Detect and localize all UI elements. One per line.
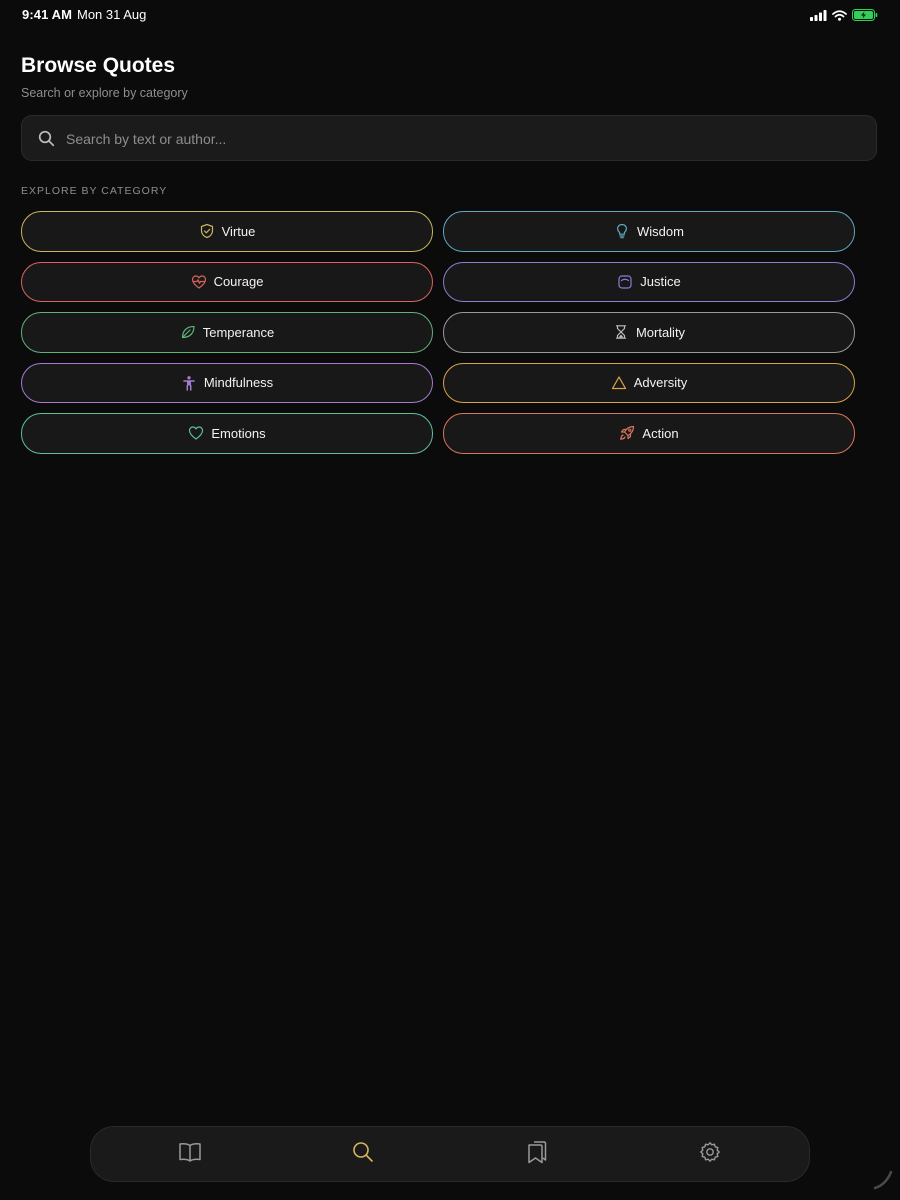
search-input[interactable] — [64, 116, 858, 162]
category-wisdom[interactable]: Wisdom — [443, 211, 855, 252]
category-label: Mortality — [635, 324, 686, 340]
category-courage[interactable]: Courage — [21, 261, 433, 302]
search-icon — [352, 1141, 374, 1168]
browse-quotes-screen: 9:41 AM Mon 31 Aug Browse Quotes Search … — [0, 0, 900, 1200]
lightbulb-icon — [614, 223, 630, 239]
corner-swipe-indicator — [872, 1169, 894, 1196]
category-mortality[interactable]: Mortality — [443, 312, 855, 353]
heart-icon — [188, 425, 204, 441]
page-subtitle: Search or explore by category — [21, 86, 188, 100]
category-label: Action — [642, 425, 679, 441]
warning-triangle-icon — [611, 375, 627, 391]
cellular-signal-icon — [810, 8, 827, 26]
category-mindfulness[interactable]: Mindfulness — [21, 362, 433, 403]
category-label: Courage — [213, 274, 264, 290]
category-justice[interactable]: Justice — [443, 261, 855, 302]
gear-icon — [699, 1141, 721, 1168]
status-time: 9:41 AM — [22, 7, 73, 22]
category-label: Temperance — [202, 324, 275, 340]
leaf-icon — [180, 324, 196, 340]
person-meditate-icon — [181, 375, 197, 391]
search-bar[interactable] — [21, 115, 877, 162]
hourglass-icon — [613, 324, 629, 340]
shield-check-icon — [199, 223, 215, 239]
category-label: Adversity — [633, 375, 688, 391]
category-label: Mindfulness — [203, 375, 274, 391]
category-label: Virtue — [221, 223, 256, 239]
category-grid: Virtue Wisdom Courage Justice Temperance — [21, 211, 855, 454]
rocket-icon — [619, 425, 635, 441]
book-open-icon — [178, 1141, 202, 1168]
category-label: Wisdom — [637, 223, 684, 239]
category-adversity[interactable]: Adversity — [443, 362, 855, 403]
scale-icon — [617, 274, 633, 290]
tab-bookmarks[interactable] — [515, 1132, 559, 1176]
category-label: Justice — [640, 274, 681, 290]
category-label: Emotions — [211, 425, 266, 441]
status-icons — [810, 8, 878, 26]
status-bar: 9:41 AM Mon 31 Aug — [0, 0, 900, 30]
category-action[interactable]: Action — [443, 413, 855, 454]
tab-search[interactable] — [341, 1132, 385, 1176]
status-date: Mon 31 Aug — [77, 7, 147, 22]
bookmarks-icon — [526, 1140, 548, 1169]
page-title: Browse Quotes — [21, 54, 176, 77]
tab-settings[interactable] — [688, 1132, 732, 1176]
wifi-icon — [832, 8, 847, 26]
category-emotions[interactable]: Emotions — [21, 413, 433, 454]
heart-pulse-icon — [191, 274, 207, 290]
battery-charging-icon — [852, 8, 878, 26]
section-label-explore: EXPLORE BY CATEGORY — [21, 185, 168, 197]
search-icon — [38, 130, 55, 152]
tab-read[interactable] — [168, 1132, 212, 1176]
tab-bar — [90, 1126, 810, 1182]
category-temperance[interactable]: Temperance — [21, 312, 433, 353]
category-virtue[interactable]: Virtue — [21, 211, 433, 252]
